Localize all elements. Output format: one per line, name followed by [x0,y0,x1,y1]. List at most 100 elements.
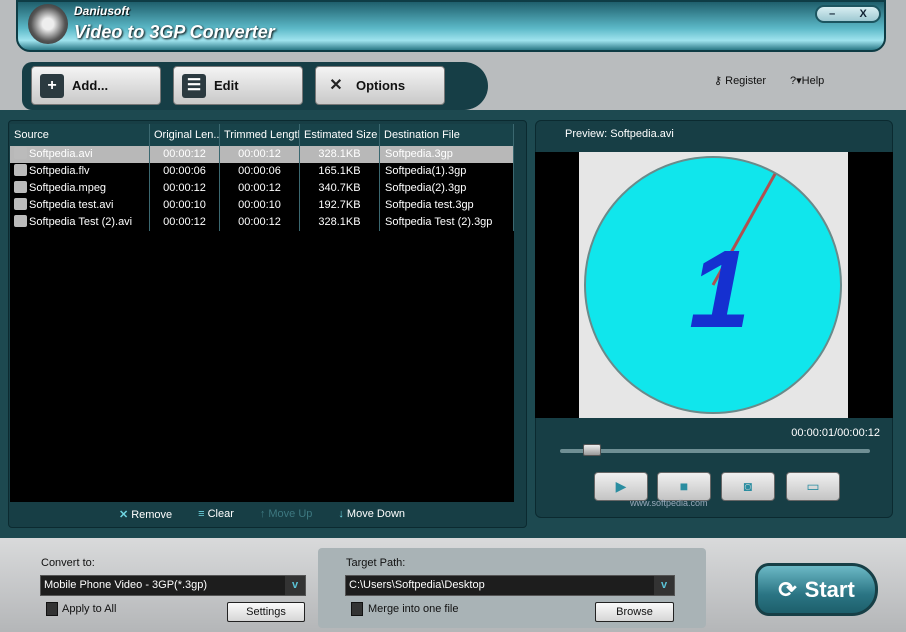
cell-text: Softpedia(2).3gp [385,182,467,194]
refresh-icon: ⟳ [778,576,797,602]
format-select[interactable]: Mobile Phone Video - 3GP(*.3gp) v [40,575,306,596]
original-length-cell: 00:00:10 [150,197,220,214]
arrow-down-icon: ↓ [338,508,344,520]
key-icon: ⚷ [714,75,726,87]
source-cell: Softpedia.mpeg [10,180,150,197]
col-trimmed-length[interactable]: Trimmed Length [220,124,300,146]
cell-text: 165.1KB [318,165,361,177]
list-actions: ✕ Remove ≡ Clear ↑ Move Up ↓ Move Down [10,503,514,525]
original-length-cell: 00:00:12 [150,146,220,163]
snapshot-button[interactable]: ◙ [721,472,775,501]
trimmed-length-cell: 00:00:06 [220,163,300,180]
seek-thumb[interactable] [583,444,602,456]
x-icon: ✕ [118,508,129,521]
edit-label: Edit [214,78,239,93]
list-header: Source Original Len... Trimmed Length Es… [10,124,514,146]
help-link[interactable]: ?▾Help [790,74,824,87]
cell-text: 340.7KB [318,182,361,194]
options-button[interactable]: ✕ Options [315,66,445,105]
move-up-button[interactable]: ↑ Move Up [260,508,313,520]
cell-text: Softpedia(1).3gp [385,165,467,177]
merge-checkbox[interactable] [351,602,363,616]
trimmed-length-cell: 00:00:12 [220,180,300,197]
trimmed-length-cell: 00:00:10 [220,197,300,214]
apply-to-all-checkbox[interactable] [46,602,58,616]
move-up-label: Move Up [268,508,313,520]
source-cell: Softpedia test.avi [10,197,150,214]
destination-cell: Softpedia Test (2).3gp [380,214,514,231]
video-file-icon [14,164,27,176]
add-button[interactable]: + Add... [31,66,161,105]
preview-label: Preview: Softpedia.avi [565,128,674,140]
col-original-length[interactable]: Original Len... [150,124,220,146]
size-cell: 340.7KB [300,180,380,197]
size-cell: 328.1KB [300,146,380,163]
video-file-icon [14,215,27,227]
destination-cell: Softpedia.3gp [380,146,514,163]
col-destination[interactable]: Destination File [380,124,514,146]
remove-button[interactable]: ✕ Remove [119,508,172,521]
options-label: Options [356,78,406,93]
table-row[interactable]: Softpedia Test (2).avi 00:00:12 00:00:12 32… [10,214,514,231]
cell-text: 00:00:06 [163,165,206,177]
col-source[interactable]: Source [10,124,150,146]
video-file-icon [14,181,27,193]
remove-label: Remove [131,508,173,521]
table-row[interactable]: Softpedia.avi 00:00:12 00:00:12 328.1KB Soft… [10,146,514,163]
app-logo [28,4,68,44]
cell-text: 00:00:12 [238,216,281,228]
destination-cell: Softpedia(1).3gp [380,163,514,180]
folder-icon: ▭ [806,478,820,494]
watermark: www.softpedia.com [630,498,708,508]
move-down-button[interactable]: ↓ Move Down [338,508,405,520]
camera-icon: ◙ [743,478,753,494]
minimize-button[interactable]: – [829,8,835,20]
edit-button[interactable]: ☰ Edit [173,66,303,105]
cell-text: 00:00:06 [238,165,281,177]
cell-text: 328.1KB [318,148,361,160]
checklist-icon: ☰ [182,73,206,98]
play-button[interactable]: ▶ [594,472,648,501]
size-cell: 192.7KB [300,197,380,214]
video-frame: 1 [579,152,848,418]
cell-text: Softpedia test.3gp [385,199,474,211]
clear-label: Clear [207,508,234,520]
open-folder-button[interactable]: ▭ [786,472,840,501]
source-cell: Softpedia Test (2).avi [10,214,150,231]
clear-button[interactable]: ≡ Clear [198,508,234,520]
svg-text:1: 1 [689,228,750,351]
target-path-select[interactable]: C:\Users\Softpedia\Desktop v [345,575,675,596]
chevron-down-icon: v [654,576,674,595]
stop-icon: ■ [679,478,689,494]
cell-text: 00:00:10 [238,199,281,211]
table-row[interactable]: Softpedia.flv 00:00:06 00:00:06 165.1KB Soft… [10,163,514,180]
cell-text: Softpedia.avi [29,148,93,160]
original-length-cell: 00:00:06 [150,163,220,180]
source-cell: Softpedia.flv [10,163,150,180]
settings-button[interactable]: Settings [227,602,305,622]
cell-text: 00:00:12 [163,216,206,228]
col-estimated-size[interactable]: Estimated Size [300,124,380,146]
register-link[interactable]: ⚷ Register [714,74,766,87]
apply-to-all-label: Apply to All [62,603,117,615]
original-length-cell: 00:00:12 [150,180,220,197]
cell-text: Softpedia.flv [29,165,90,177]
browse-button[interactable]: Browse [595,602,674,622]
brand-name: Daniusoft [74,4,130,18]
table-row[interactable]: Softpedia test.avi 00:00:10 00:00:10 192.7K… [10,197,514,214]
start-button[interactable]: ⟳ Start [755,563,878,616]
table-row[interactable]: Softpedia.mpeg 00:00:12 00:00:12 340.7KB Sof… [10,180,514,197]
cell-text: 00:00:12 [163,182,206,194]
convert-to-label: Convert to: [41,557,95,569]
video-file-icon [14,147,27,159]
format-value: Mobile Phone Video - 3GP(*.3gp) [44,579,208,591]
film-add-icon: + [40,73,64,98]
stop-button[interactable]: ■ [657,472,711,501]
chevron-down-icon: v [285,576,305,595]
cell-text: Softpedia Test (2).avi [29,216,133,228]
cell-text: 328.1KB [318,216,361,228]
arrow-up-icon: ↑ [259,508,266,520]
cell-text: Softpedia test.avi [29,199,114,211]
close-button[interactable]: X [860,8,867,20]
seek-slider[interactable] [560,449,870,453]
